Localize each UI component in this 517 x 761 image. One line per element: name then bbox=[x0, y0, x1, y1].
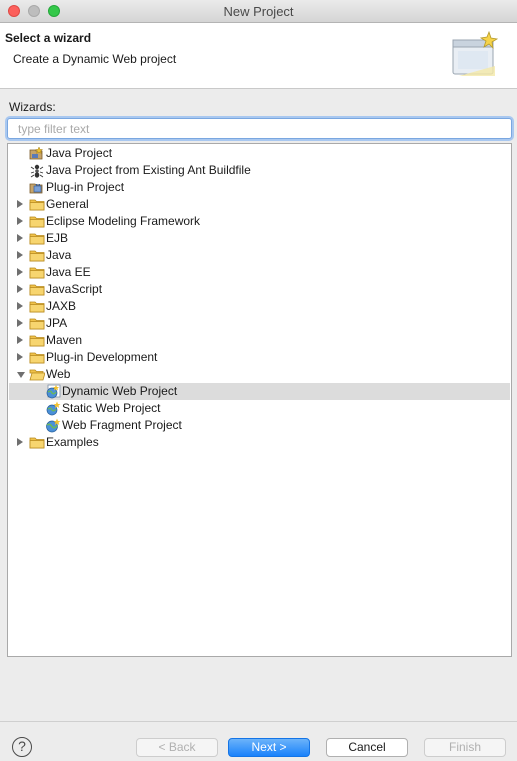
tree-item-label: Plug-in Development bbox=[46, 350, 158, 364]
tree-item-jaxb[interactable]: JAXB bbox=[9, 298, 510, 315]
tree-item-java[interactable]: Java bbox=[9, 247, 510, 264]
tree-item-eclipse-modeling-framework[interactable]: Eclipse Modeling Framework bbox=[9, 213, 510, 230]
collapsed-arrow-icon[interactable] bbox=[17, 251, 23, 259]
tree-item-label: Java bbox=[46, 248, 72, 262]
tree-item-label: Plug-in Project bbox=[46, 180, 125, 194]
tree-item-label: JavaScript bbox=[46, 282, 103, 296]
web-fragment-project-icon bbox=[45, 418, 61, 433]
tree-item-maven[interactable]: Maven bbox=[9, 332, 510, 349]
back-button[interactable]: < Back bbox=[136, 738, 218, 757]
help-icon[interactable]: ? bbox=[12, 737, 32, 757]
cancel-button[interactable]: Cancel bbox=[326, 738, 408, 757]
folder-open-icon bbox=[29, 367, 46, 382]
folder-icon bbox=[29, 435, 45, 450]
tree-item-web-fragment-project[interactable]: Web Fragment Project bbox=[9, 417, 510, 434]
static-web-project-icon bbox=[45, 401, 61, 416]
tree-item-java-project-from-existing-ant-buildfile[interactable]: Java Project from Existing Ant Buildfile bbox=[9, 162, 510, 179]
tree-item-label: Maven bbox=[46, 333, 83, 347]
wizard-header: Select a wizard Create a Dynamic Web pro… bbox=[0, 23, 517, 89]
tree-item-label: General bbox=[46, 197, 89, 211]
tree-item-java-project[interactable]: Java Project bbox=[9, 145, 510, 162]
wizard-title: Select a wizard bbox=[5, 31, 92, 45]
wizard-tree[interactable]: Java Project Java Project from Existing A… bbox=[7, 143, 512, 657]
tree-item-label: Java Project from Existing Ant Buildfile bbox=[46, 163, 251, 177]
tree-item-plug-in-project[interactable]: Plug-in Project bbox=[9, 179, 510, 196]
wizard-description: Create a Dynamic Web project bbox=[13, 52, 177, 66]
next-button[interactable]: Next > bbox=[228, 738, 310, 757]
tree-item-label: Static Web Project bbox=[62, 401, 161, 415]
finish-button[interactable]: Finish bbox=[424, 738, 506, 757]
folder-icon bbox=[29, 333, 45, 348]
folder-icon bbox=[29, 248, 45, 263]
tree-item-web[interactable]: Web bbox=[9, 366, 510, 383]
dynamic-web-project-icon bbox=[45, 384, 61, 399]
new-wizard-banner-icon bbox=[452, 30, 499, 76]
tree-item-ejb[interactable]: EJB bbox=[9, 230, 510, 247]
collapsed-arrow-icon[interactable] bbox=[17, 217, 23, 225]
wizards-label: Wizards: bbox=[9, 100, 56, 114]
folder-icon bbox=[29, 265, 45, 280]
folder-icon bbox=[29, 282, 45, 297]
tree-item-jpa[interactable]: JPA bbox=[9, 315, 510, 332]
tree-item-javascript[interactable]: JavaScript bbox=[9, 281, 510, 298]
collapsed-arrow-icon[interactable] bbox=[17, 234, 23, 242]
expanded-arrow-icon[interactable] bbox=[17, 372, 25, 378]
tree-item-label: Java EE bbox=[46, 265, 91, 279]
collapsed-arrow-icon[interactable] bbox=[17, 268, 23, 276]
tree-item-label: JAXB bbox=[46, 299, 77, 313]
collapsed-arrow-icon[interactable] bbox=[17, 319, 23, 327]
window-title: New Project bbox=[223, 4, 294, 19]
collapsed-arrow-icon[interactable] bbox=[17, 353, 23, 361]
folder-icon bbox=[29, 350, 45, 365]
tree-item-label: Web Fragment Project bbox=[62, 418, 182, 432]
title-bar: New Project bbox=[0, 0, 517, 23]
tree-item-label: Web bbox=[46, 367, 71, 381]
ant-icon bbox=[29, 163, 45, 178]
folder-icon bbox=[29, 214, 45, 229]
java-project-icon bbox=[29, 146, 45, 161]
tree-item-dynamic-web-project[interactable]: Dynamic Web Project bbox=[9, 383, 510, 400]
tree-item-static-web-project[interactable]: Static Web Project bbox=[9, 400, 510, 417]
footer-divider bbox=[0, 721, 517, 722]
tree-item-label: Dynamic Web Project bbox=[62, 384, 178, 398]
collapsed-arrow-icon[interactable] bbox=[17, 336, 23, 344]
tree-item-examples[interactable]: Examples bbox=[9, 434, 510, 451]
filter-input[interactable] bbox=[7, 118, 512, 139]
plugin-project-icon bbox=[29, 180, 45, 195]
tree-item-label: Java Project bbox=[46, 146, 113, 160]
folder-icon bbox=[29, 316, 45, 331]
tree-item-label: JPA bbox=[46, 316, 68, 330]
tree-item-label: EJB bbox=[46, 231, 69, 245]
tree-item-general[interactable]: General bbox=[9, 196, 510, 213]
tree-item-java-ee[interactable]: Java EE bbox=[9, 264, 510, 281]
tree-item-label: Examples bbox=[46, 435, 99, 449]
collapsed-arrow-icon[interactable] bbox=[17, 200, 23, 208]
folder-icon bbox=[29, 299, 45, 314]
tree-item-plug-in-development[interactable]: Plug-in Development bbox=[9, 349, 510, 366]
folder-icon bbox=[29, 197, 45, 212]
collapsed-arrow-icon[interactable] bbox=[17, 438, 23, 446]
tree-item-label: Eclipse Modeling Framework bbox=[46, 214, 201, 228]
folder-icon bbox=[29, 231, 45, 246]
collapsed-arrow-icon[interactable] bbox=[17, 285, 23, 293]
collapsed-arrow-icon[interactable] bbox=[17, 302, 23, 310]
